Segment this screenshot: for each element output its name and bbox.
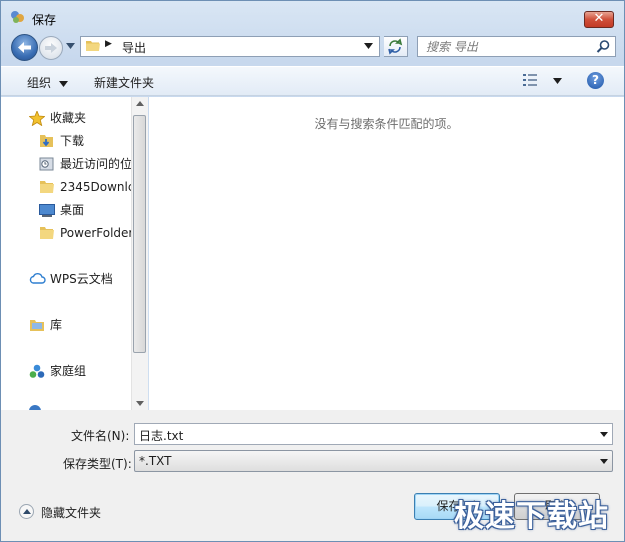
nav-label: 家庭组	[50, 364, 87, 378]
recent-pages-dropdown-icon[interactable]	[66, 43, 75, 49]
download-folder-icon	[40, 135, 53, 147]
back-button[interactable]	[11, 34, 38, 61]
search-input[interactable]	[424, 38, 593, 56]
desktop-icon	[39, 204, 55, 217]
file-list[interactable]: 没有与搜索条件匹配的项。	[149, 97, 624, 410]
folder-icon	[86, 41, 100, 51]
scroll-down-icon[interactable]	[136, 401, 144, 406]
chevron-down-icon	[552, 78, 562, 84]
breadcrumb-current[interactable]: 导出	[122, 39, 146, 56]
filename-label: 文件名(N):	[71, 429, 130, 443]
change-view-button[interactable]	[523, 73, 562, 90]
window-title: 保存	[32, 13, 57, 27]
refresh-button[interactable]	[384, 36, 408, 57]
breadcrumb-separator-icon[interactable]: ▶	[105, 39, 112, 49]
scroll-thumb[interactable]	[133, 115, 146, 353]
folder-icon	[40, 181, 54, 193]
arrow-right-icon	[45, 43, 57, 53]
empty-message: 没有与搜索条件匹配的项。	[314, 117, 459, 131]
nav-label: 下载	[60, 134, 85, 148]
chevron-down-icon	[58, 81, 68, 87]
details-view-icon	[523, 74, 537, 86]
cloud-icon	[29, 273, 46, 284]
app-icon	[10, 10, 26, 24]
nav-label: PowerFolder	[60, 226, 131, 240]
nav-label: 桌面	[60, 203, 85, 217]
new-folder-button[interactable]: 新建文件夹	[94, 74, 154, 91]
scroll-up-icon[interactable]	[136, 101, 144, 106]
chevron-down-icon	[600, 459, 608, 464]
filename-field[interactable]: 日志.txt	[134, 423, 613, 445]
star-icon	[29, 111, 45, 126]
refresh-icon	[388, 38, 403, 55]
hide-folders-label: 隐藏文件夹	[41, 506, 102, 520]
folder-icon	[40, 227, 54, 239]
nav-label: 库	[50, 318, 63, 332]
arrow-left-icon	[18, 42, 31, 53]
address-bar[interactable]: ▶ 导出	[80, 36, 380, 57]
nav-label: 2345Downlc	[60, 180, 131, 194]
help-button[interactable]: ?	[587, 72, 604, 89]
filetype-value: *.TXT	[139, 454, 172, 468]
command-bar: 组织 新建文件夹 ?	[1, 66, 624, 96]
recent-places-icon	[39, 157, 54, 171]
navigation-pane: 收藏夹 下载 最近访问的位 2345Downlc 桌面 PowerFolder …	[1, 97, 131, 410]
save-dialog: 保存 ✕ ▶ 导出 组织 新建文件夹	[0, 0, 625, 542]
filename-value[interactable]: 日志.txt	[139, 427, 183, 444]
collapse-icon	[19, 504, 34, 519]
nav-scrollbar[interactable]	[131, 97, 148, 410]
chevron-down-icon[interactable]	[600, 432, 608, 437]
nav-label: 收藏夹	[50, 111, 87, 125]
organize-menu[interactable]: 组织	[27, 74, 68, 91]
search-icon[interactable]	[596, 39, 611, 54]
nav-label: WPS云文档	[50, 272, 113, 286]
filetype-select[interactable]: *.TXT	[134, 450, 613, 472]
library-icon	[30, 320, 44, 331]
navigation-bar: ▶ 导出	[1, 33, 624, 63]
close-button[interactable]: ✕	[584, 11, 614, 28]
organize-label: 组织	[27, 76, 52, 90]
homegroup-icon	[29, 364, 45, 378]
filetype-label: 保存类型(T):	[63, 457, 132, 471]
nav-label: 最近访问的位	[60, 157, 131, 171]
forward-button[interactable]	[39, 36, 63, 60]
watermark-logo: 极速下载站	[454, 499, 609, 534]
address-history-dropdown-icon[interactable]	[364, 43, 373, 49]
search-box[interactable]	[417, 36, 616, 57]
title-bar: 保存 ✕	[1, 1, 624, 33]
